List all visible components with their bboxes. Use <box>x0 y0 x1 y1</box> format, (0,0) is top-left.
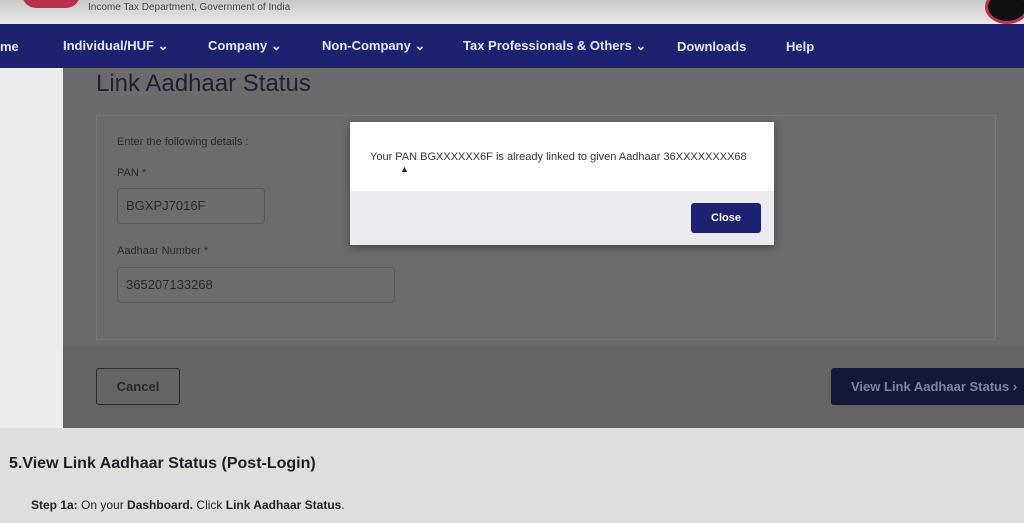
view-link-aadhaar-status-button[interactable]: View Link Aadhaar Status › <box>831 368 1024 405</box>
nav-individual-huf[interactable]: Individual/HUF ⌄ <box>63 38 169 54</box>
pan-input[interactable]: BGXPJ7016F <box>117 188 265 224</box>
nav-home[interactable]: me <box>0 39 19 54</box>
page-title: Link Aadhaar Status <box>96 70 311 97</box>
instructions: Enter the following details : <box>117 136 249 148</box>
mouse-cursor-icon: ▲ <box>400 164 409 174</box>
dialog-message: Your PAN BGXXXXXX6F is already linked to… <box>370 151 747 163</box>
form-actions: Cancel View Link Aadhaar Status › <box>63 346 1024 428</box>
step-end: . <box>341 498 345 512</box>
step-text-1: On your <box>77 498 128 512</box>
main-nav: me Individual/HUF ⌄ Company ⌄ Non-Compan… <box>0 24 1024 68</box>
nav-company[interactable]: Company ⌄ <box>208 38 282 54</box>
cancel-button[interactable]: Cancel <box>96 368 180 405</box>
step-text: Step 1a: On your Dashboard. Click Link A… <box>31 498 345 512</box>
nav-help[interactable]: Help <box>786 39 814 54</box>
nav-tax-professionals[interactable]: Tax Professionals & Others ⌄ <box>463 38 646 54</box>
status-dialog: Your PAN BGXXXXXX6F is already linked to… <box>350 122 774 245</box>
nav-downloads[interactable]: Downloads <box>677 39 746 54</box>
pan-label: PAN * <box>117 167 147 179</box>
channel-logo <box>985 0 1024 24</box>
dialog-footer: Close <box>350 191 774 245</box>
nav-non-company[interactable]: Non-Company ⌄ <box>322 38 425 54</box>
close-button[interactable]: Close <box>691 203 761 233</box>
department-name: Income Tax Department, Government of Ind… <box>88 2 291 13</box>
step-text-2: Click <box>193 498 226 512</box>
site-header: Income Tax Department, Government of Ind… <box>0 0 1024 24</box>
section-heading: 5.View Link Aadhaar Status (Post-Login) <box>9 455 316 472</box>
step-dashboard: Dashboard. <box>127 498 194 512</box>
step-prefix: Step 1a: <box>31 498 78 512</box>
aadhaar-input[interactable]: 365207133268 <box>117 267 395 303</box>
step-link: Link Aadhaar Status <box>225 498 342 512</box>
page-margin <box>0 68 63 428</box>
emblem-logo <box>22 0 80 8</box>
aadhaar-label: Aadhaar Number * <box>117 245 209 257</box>
